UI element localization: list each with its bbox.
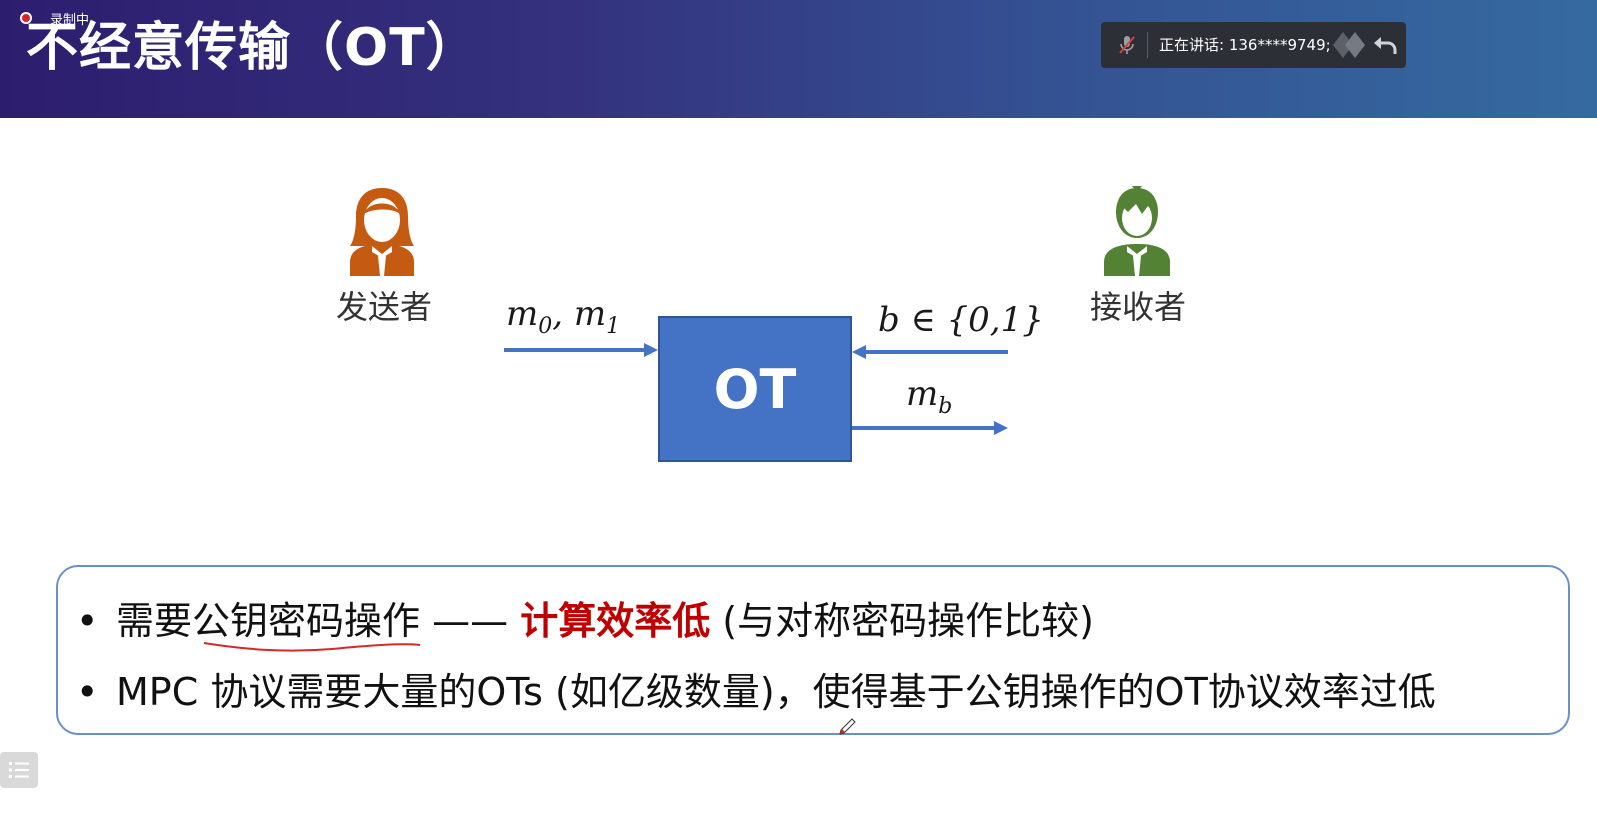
bullet-1-underlined: 公钥密码操作 (192, 599, 421, 652)
bullet-1-highlight: 计算效率低 (520, 599, 711, 643)
sender-arrow (504, 343, 658, 357)
ot-box: OT (658, 316, 852, 462)
red-squiggle-underline (203, 642, 421, 652)
bullet-2-text: MPC 协议需要大量的OTs (如亿级数量)，使得基于公钥操作的OT协议效率过低 (116, 670, 1436, 714)
bullet-1-pre: 需要 (116, 599, 193, 643)
list-icon (9, 762, 29, 778)
pen-cursor-icon (839, 718, 856, 735)
bullet-1-underlined-text: 公钥密码操作 (192, 599, 421, 643)
outline-list-button[interactable] (0, 752, 38, 788)
output-arrow (852, 421, 1008, 435)
bullet-1-post: (与对称密码操作比较) (710, 599, 1094, 643)
bullet-1-dash: —— (420, 599, 521, 643)
receiver-arrow (852, 345, 1008, 359)
bullet-dot: • (76, 599, 99, 643)
bullet-item-2: • MPC 协议需要大量的OTs (如亿级数量)，使得基于公钥操作的OT协议效率过… (76, 667, 1436, 717)
bullet-box: • 需要公钥密码操作 —— 计算效率低 (与对称密码操作比较) • MPC 协议需要… (56, 565, 1570, 735)
bullet-item-1: • 需要公钥密码操作 —— 计算效率低 (与对称密码操作比较) (76, 596, 1094, 652)
bullet-dot: • (76, 670, 99, 714)
